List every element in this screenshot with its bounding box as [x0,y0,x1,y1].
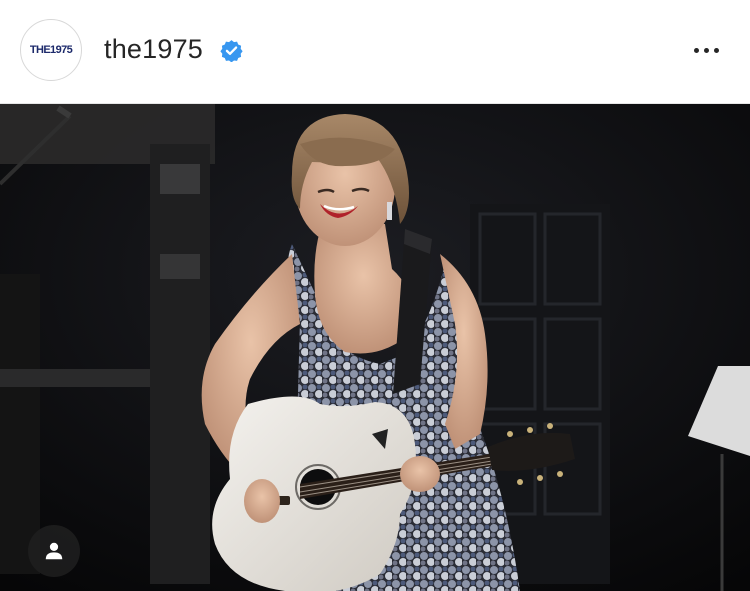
user-tag-icon [45,542,63,560]
tagged-people-button[interactable] [28,525,80,577]
concert-photo-illustration [0,104,750,591]
profile-avatar[interactable]: THE1975 [20,19,82,81]
username-link[interactable]: the1975 [104,34,203,65]
post-header: THE1975 the1975 [0,0,750,104]
more-options-button[interactable] [686,36,726,64]
more-dot-icon [713,47,719,53]
more-dot-icon [703,47,709,53]
avatar-logo-text: THE1975 [29,44,73,56]
post-photo[interactable] [0,104,750,591]
more-dot-icon [693,47,699,53]
verified-badge-icon [220,40,243,62]
